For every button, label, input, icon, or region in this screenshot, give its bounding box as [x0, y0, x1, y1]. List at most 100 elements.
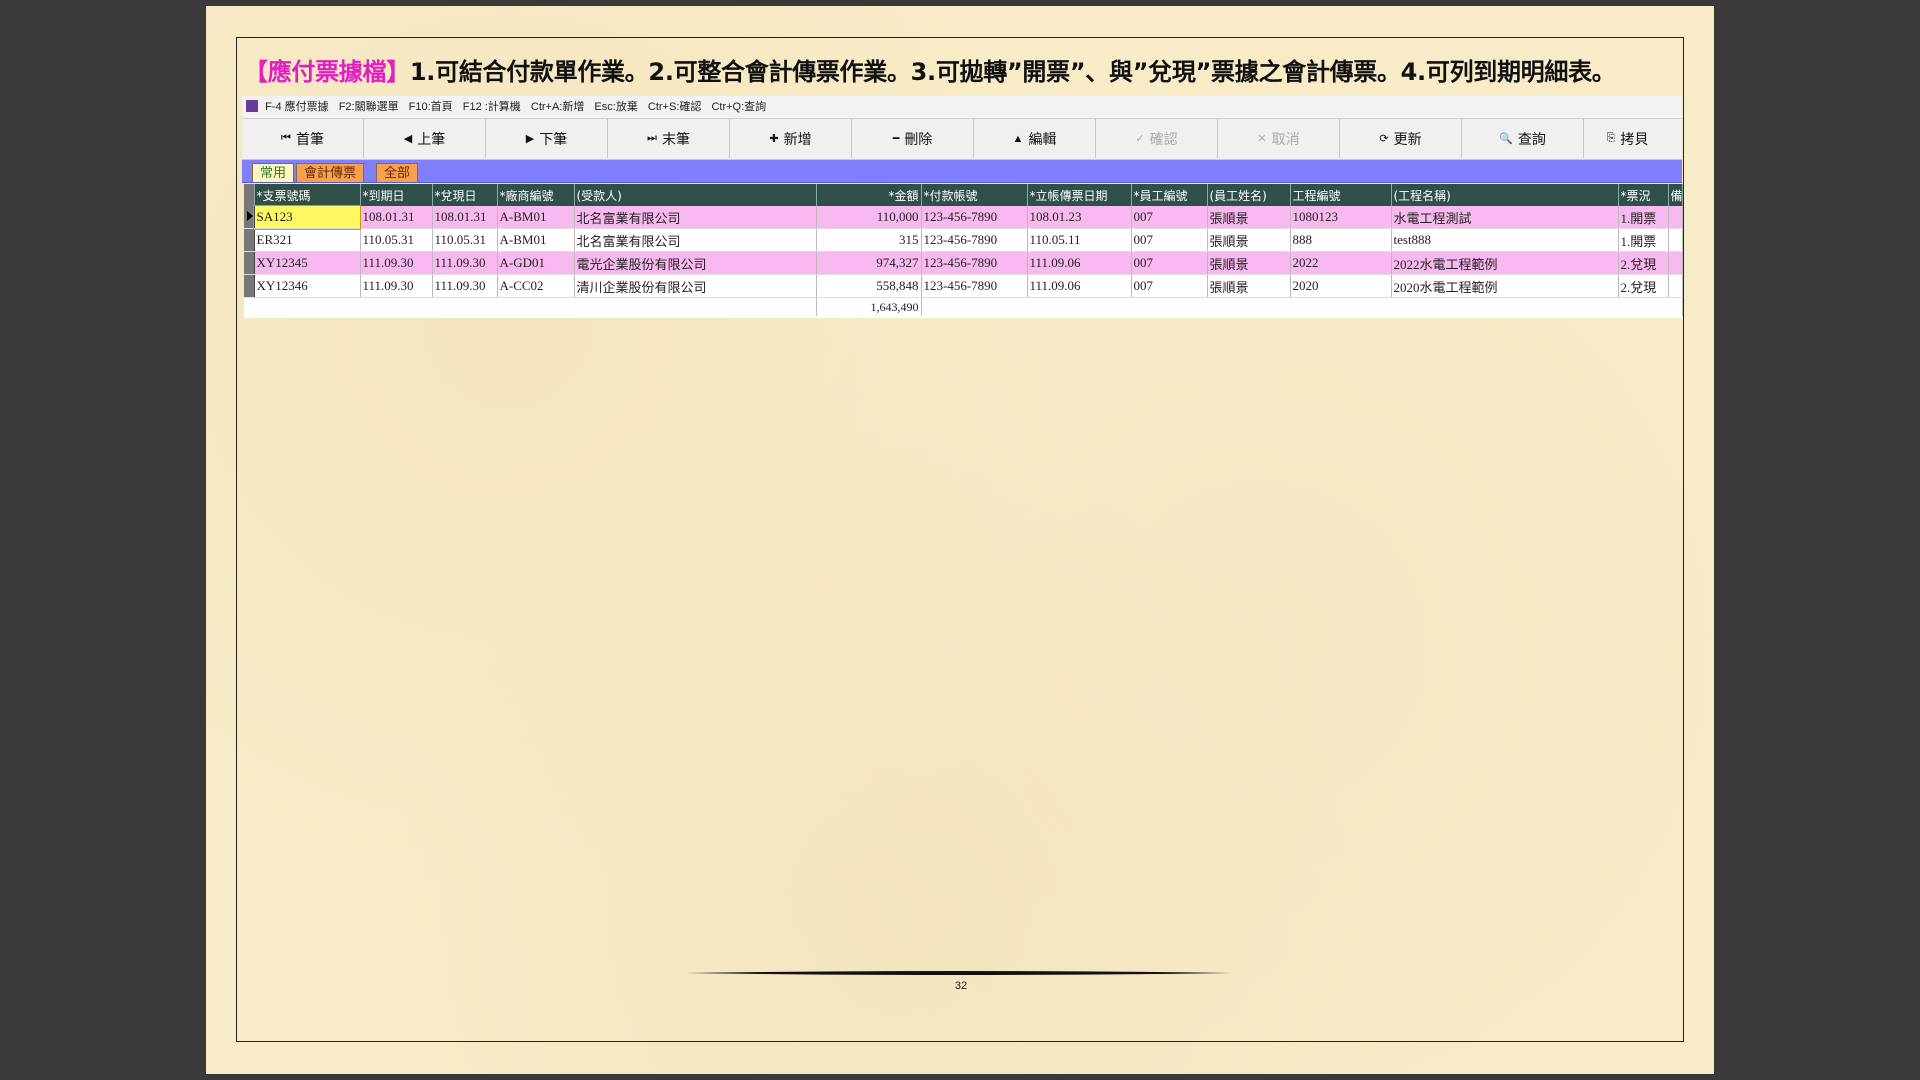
table-cell[interactable]: 111.09.30: [360, 251, 433, 275]
table-cell[interactable]: 974,327: [816, 251, 922, 275]
data-grid: *支票號碼 *到期日 *兌現日 *廠商編號 (受款人) *金額 *付款帳號 *立…: [244, 184, 1683, 318]
table-cell[interactable]: 2020水電工程範例: [1391, 274, 1619, 298]
table-cell[interactable]: 1.開票: [1618, 206, 1669, 229]
column-header[interactable]: (工程名稱): [1391, 184, 1619, 206]
table-cell[interactable]: 111.09.06: [1027, 274, 1132, 298]
next-record-button[interactable]: ▶ 下筆: [486, 119, 608, 158]
table-cell[interactable]: 558,848: [816, 274, 922, 298]
table-cell[interactable]: [1668, 228, 1683, 252]
column-header[interactable]: *立帳傳票日期: [1027, 184, 1132, 206]
column-header[interactable]: *廠商編號: [497, 184, 575, 206]
table-row[interactable]: XY12346 111.09.30 111.09.30 A-CC02 清川企業股…: [244, 274, 1683, 298]
table-cell[interactable]: 張順景: [1207, 251, 1291, 275]
table-cell[interactable]: test888: [1391, 228, 1619, 252]
table-cell[interactable]: XY12345: [254, 251, 361, 275]
first-record-button[interactable]: ⏮ 首筆: [242, 119, 364, 158]
add-button[interactable]: ✚ 新增: [730, 119, 852, 158]
table-cell[interactable]: 張順景: [1207, 228, 1291, 252]
table-cell[interactable]: 2020: [1290, 274, 1392, 298]
table-cell[interactable]: 108.01.31: [432, 206, 498, 229]
table-cell[interactable]: [1668, 274, 1683, 298]
table-cell[interactable]: 110,000: [816, 206, 922, 229]
table-cell[interactable]: 315: [816, 228, 922, 252]
table-cell[interactable]: 110.05.11: [1027, 228, 1132, 252]
table-cell[interactable]: [1668, 206, 1683, 229]
table-cell[interactable]: 2.兌現: [1618, 251, 1669, 275]
table-cell[interactable]: XY12346: [254, 274, 361, 298]
table-cell[interactable]: 張順景: [1207, 206, 1291, 229]
copy-button[interactable]: ⎘ 拷貝: [1584, 119, 1671, 158]
table-cell[interactable]: 電光企業股份有限公司: [574, 251, 817, 275]
table-row[interactable]: XY12345 111.09.30 111.09.30 A-GD01 電光企業股…: [244, 251, 1683, 275]
table-cell[interactable]: ER321: [254, 228, 361, 252]
table-cell[interactable]: 2.兌現: [1618, 274, 1669, 298]
table-cell[interactable]: 清川企業股份有限公司: [574, 274, 817, 298]
table-cell[interactable]: 110.05.31: [360, 228, 433, 252]
edit-button[interactable]: ▲ 編輯: [974, 119, 1096, 158]
column-header[interactable]: *到期日: [360, 184, 433, 206]
table-cell[interactable]: 007: [1131, 274, 1208, 298]
table-cell[interactable]: 123-456-7890: [921, 251, 1028, 275]
refresh-button[interactable]: ⟳ 更新: [1340, 119, 1462, 158]
button-label: 取消: [1271, 130, 1300, 147]
table-cell[interactable]: 110.05.31: [432, 228, 498, 252]
page-number: 32: [954, 980, 968, 992]
table-row[interactable]: ER321 110.05.31 110.05.31 A-BM01 北名富業有限公…: [244, 228, 1683, 252]
column-header[interactable]: *金額: [816, 184, 922, 206]
table-cell[interactable]: 007: [1131, 228, 1208, 252]
tab-accounting-voucher[interactable]: 會計傳票: [296, 163, 365, 182]
row-indicator: [244, 274, 255, 298]
column-header[interactable]: *付款帳號: [921, 184, 1028, 206]
table-cell[interactable]: 北名富業有限公司: [574, 206, 817, 229]
column-header[interactable]: *員工編號: [1131, 184, 1208, 206]
table-cell[interactable]: A-BM01: [497, 228, 575, 252]
column-header[interactable]: (受款人): [574, 184, 817, 206]
table-cell[interactable]: 111.09.30: [432, 274, 498, 298]
column-header[interactable]: *支票號碼: [254, 184, 361, 206]
table-cell[interactable]: 123-456-7890: [921, 206, 1028, 229]
prev-icon: ◀: [403, 133, 413, 145]
app-screenshot: F-4 應付票據 F2:關聯選單 F10:首頁 F12 :計算機 Ctr+A:新…: [242, 96, 1683, 320]
table-cell[interactable]: 水電工程測試: [1391, 206, 1619, 229]
delete-button[interactable]: ━ 刪除: [852, 119, 974, 158]
table-cell[interactable]: 123-456-7890: [921, 228, 1028, 252]
table-cell[interactable]: 北名富業有限公司: [574, 228, 817, 252]
table-cell[interactable]: A-GD01: [497, 251, 575, 275]
caret-up-icon: ▲: [1012, 132, 1024, 145]
total-row: 1,643,490: [244, 297, 1683, 316]
column-header[interactable]: *票況: [1618, 184, 1669, 206]
table-cell[interactable]: 123-456-7890: [921, 274, 1028, 298]
column-header[interactable]: (員工姓名): [1207, 184, 1291, 206]
table-cell[interactable]: 111.09.30: [360, 274, 433, 298]
table-row[interactable]: SA123 108.01.31 108.01.31 A-BM01 北名富業有限公…: [244, 205, 1683, 230]
last-record-button[interactable]: ⏭ 末筆: [608, 119, 730, 158]
table-cell[interactable]: 111.09.30: [432, 251, 498, 275]
table-cell[interactable]: SA123: [253, 205, 361, 230]
table-cell[interactable]: A-CC02: [497, 274, 575, 298]
table-cell[interactable]: 2022: [1290, 251, 1392, 275]
query-button[interactable]: 🔍 查詢: [1462, 119, 1584, 158]
table-cell[interactable]: 007: [1131, 206, 1208, 229]
table-cell[interactable]: 張順景: [1207, 274, 1291, 298]
column-header[interactable]: *兌現日: [432, 184, 498, 206]
confirm-button[interactable]: ✓ 確認: [1096, 119, 1218, 158]
table-cell[interactable]: 888: [1290, 228, 1392, 252]
table-cell[interactable]: 1.開票: [1618, 228, 1669, 252]
table-cell[interactable]: A-BM01: [497, 206, 575, 229]
button-label: 末筆: [661, 130, 690, 147]
table-cell[interactable]: 111.09.06: [1027, 251, 1132, 275]
tab-common[interactable]: 常用: [252, 163, 295, 182]
column-header[interactable]: 備: [1668, 184, 1683, 206]
column-header[interactable]: 工程編號: [1290, 184, 1392, 206]
table-cell[interactable]: 1080123: [1290, 206, 1392, 229]
total-spacer: [244, 297, 817, 316]
table-cell[interactable]: 108.01.23: [1027, 206, 1132, 229]
copy-icon: ⎘: [1606, 132, 1616, 144]
table-cell[interactable]: 108.01.31: [360, 206, 433, 229]
table-cell[interactable]: 2022水電工程範例: [1391, 251, 1619, 275]
prev-record-button[interactable]: ◀ 上筆: [364, 119, 486, 158]
table-cell[interactable]: [1668, 251, 1683, 275]
cancel-button[interactable]: ✕ 取消: [1218, 119, 1340, 158]
tab-all[interactable]: 全部: [376, 163, 419, 182]
table-cell[interactable]: 007: [1131, 251, 1208, 275]
